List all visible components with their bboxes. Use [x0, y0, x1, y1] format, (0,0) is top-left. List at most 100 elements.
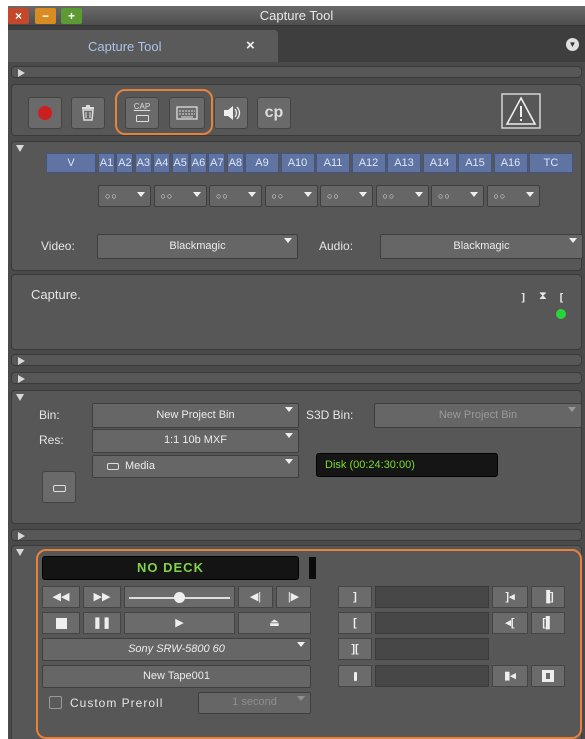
channel-pair-select[interactable]: ○○ — [264, 185, 318, 207]
target-drive-button[interactable] — [42, 471, 76, 503]
channel-button-a4[interactable]: A4 — [153, 153, 171, 173]
chevron-down-icon — [192, 192, 201, 197]
channel-button-a13[interactable]: A13 — [387, 153, 421, 173]
chevron-down-icon — [285, 433, 293, 438]
chevron-down-icon — [248, 192, 256, 197]
mark-out-icon: ] — [520, 291, 527, 304]
disk-space-value: Disk (00:24:30:00) — [325, 459, 415, 471]
channel-button-a12[interactable]: A12 — [351, 153, 386, 173]
hourglass-icon: ⧗ — [539, 290, 547, 302]
resolution-select[interactable]: 1:1 10b MXF — [92, 429, 299, 453]
chevron-down-icon — [285, 407, 293, 412]
channel-button-a16[interactable]: A16 — [493, 153, 528, 173]
channel-button-v[interactable]: V — [46, 153, 96, 173]
channel-button-a3[interactable]: A3 — [134, 153, 152, 173]
tab-menu-chevron-icon[interactable]: ▼ — [566, 38, 579, 51]
res-label: Res: — [39, 433, 64, 447]
bin-label: Bin: — [39, 408, 60, 422]
tab-capture-tool[interactable]: Capture Tool × — [8, 30, 278, 62]
channel-pair-select[interactable]: ○○ — [209, 185, 262, 207]
cp-button[interactable]: cp — [257, 97, 291, 129]
audio-button[interactable] — [214, 97, 248, 129]
resolution-value: 1:1 10b MXF — [164, 434, 227, 446]
status-panel: Capture. ] ⧗ [ — [11, 274, 582, 350]
chevron-down-icon — [470, 192, 478, 197]
record-button[interactable] — [28, 97, 62, 129]
pair-label: ○○ — [216, 191, 229, 201]
channel-pair-select[interactable]: ○○ — [320, 185, 373, 207]
pair-label: ○○ — [271, 191, 285, 201]
pair-label: ○○ — [493, 191, 507, 201]
s3d-bin-label: S3D Bin: — [306, 408, 354, 422]
chevron-down-icon — [414, 192, 423, 197]
tab-bar: Capture Tool × ▼ — [8, 26, 585, 62]
video-input-select[interactable]: Blackmagic — [97, 234, 298, 259]
chevron-down-icon — [568, 407, 576, 412]
channel-pair-select[interactable]: ○○ — [98, 185, 151, 207]
channel-button-a8[interactable]: A8 — [226, 153, 244, 173]
expand-triangle-icon[interactable] — [18, 375, 25, 383]
pair-label: ○○ — [438, 191, 451, 201]
collapsed-panel-bottom — [11, 529, 582, 541]
chevron-down-icon — [359, 192, 367, 197]
video-input-value: Blackmagic — [169, 240, 226, 252]
chevron-down-icon — [285, 459, 293, 464]
chevron-down-icon — [137, 192, 145, 197]
target-panel: Bin: New Project Bin S3D Bin: New Projec… — [11, 390, 582, 524]
chevron-down-icon — [303, 192, 312, 197]
tab-close-icon[interactable]: × — [246, 37, 255, 54]
channel-button-a14[interactable]: A14 — [422, 153, 457, 173]
status-message: Capture. — [31, 287, 81, 302]
collapse-triangle-icon[interactable] — [16, 145, 24, 152]
highlight-cap-buttons — [115, 89, 213, 135]
collapsed-panel-middle-2 — [11, 372, 582, 384]
channel-button-a7[interactable]: A7 — [208, 153, 226, 173]
channel-button-a1[interactable]: A1 — [98, 153, 115, 173]
pair-label: ○○ — [160, 191, 174, 201]
expand-triangle-icon[interactable] — [18, 532, 25, 540]
channels-panel: V A1 A2 A3 A4 A5 A6 A7 A8 A9 A10 A11 A12 A13 A14 A15 A16… — [11, 141, 583, 271]
chevron-down-icon — [525, 192, 534, 197]
bin-select[interactable]: New Project Bin — [92, 403, 299, 428]
collapsed-panel-middle-1 — [11, 354, 582, 366]
pair-label: ○○ — [105, 191, 118, 201]
collapsed-panel-top — [11, 66, 582, 78]
channel-button-a9[interactable]: A9 — [245, 153, 279, 173]
channel-button-tc[interactable]: TC — [529, 153, 573, 173]
disk-space-display: Disk (00:24:30:00) — [316, 453, 498, 477]
chevron-down-icon — [284, 238, 292, 243]
collapse-triangle-icon[interactable] — [16, 394, 24, 401]
channel-pair-select[interactable]: ○○ — [375, 185, 429, 207]
pair-label: ○○ — [382, 191, 396, 201]
warning-button[interactable] — [499, 91, 543, 131]
channel-pair-select[interactable]: ○○ — [431, 185, 484, 207]
highlight-deck-controls — [36, 549, 582, 739]
collapse-triangle-icon[interactable] — [16, 549, 24, 556]
capture-tool-window: × − + Capture Tool Capture Tool × ▼ CAP — [8, 6, 585, 739]
toolbar-panel: CAP cp — [11, 84, 582, 136]
channel-pair-select[interactable]: ○○ — [153, 185, 207, 207]
expand-triangle-icon[interactable] — [18, 357, 25, 365]
expand-triangle-icon[interactable] — [18, 69, 25, 77]
channel-button-a10[interactable]: A10 — [280, 153, 315, 173]
audio-input-value: Blackmagic — [453, 240, 510, 252]
window-title: Capture Tool — [259, 8, 334, 23]
media-select[interactable]: Media — [92, 455, 299, 478]
s3d-bin-select[interactable]: New Project Bin — [374, 403, 582, 428]
channel-button-a15[interactable]: A15 — [458, 153, 492, 173]
audio-input-select[interactable]: Blackmagic — [380, 234, 583, 259]
channel-button-a6[interactable]: A6 — [190, 153, 207, 173]
drive-icon — [107, 462, 119, 470]
bin-value: New Project Bin — [156, 409, 235, 421]
channel-button-a11[interactable]: A11 — [316, 153, 350, 173]
mark-in-icon: [ — [558, 291, 565, 304]
speaker-icon — [224, 106, 241, 120]
pair-label: ○○ — [327, 191, 340, 201]
cp-label: cp — [264, 104, 284, 121]
status-indicator-light — [556, 309, 566, 319]
channel-button-a2[interactable]: A2 — [116, 153, 134, 173]
trash-button[interactable] — [71, 97, 105, 129]
channel-pair-select[interactable]: ○○ — [486, 185, 540, 207]
title-bar: × − + Capture Tool — [8, 6, 585, 26]
channel-button-a5[interactable]: A5 — [171, 153, 189, 173]
